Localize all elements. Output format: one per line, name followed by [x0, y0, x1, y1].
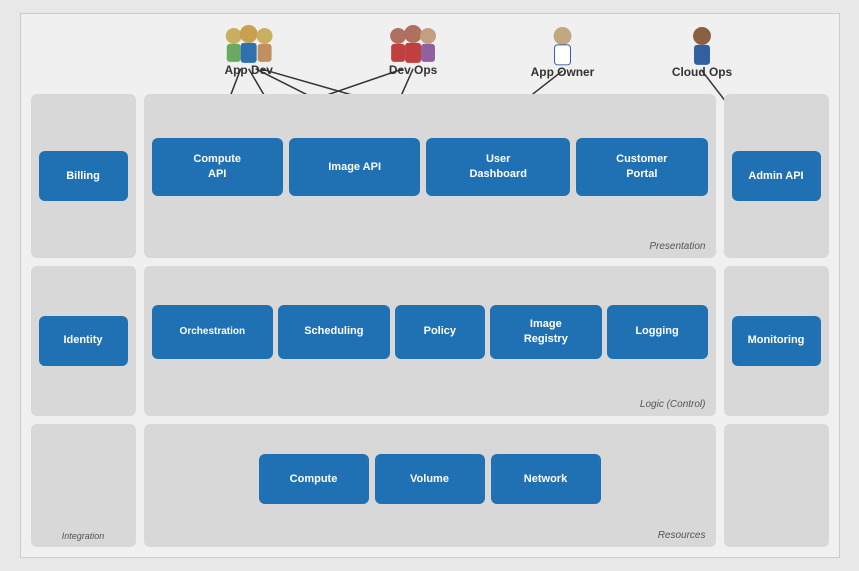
user-dashboard-box: UserDashboard — [426, 138, 570, 196]
center-area: ComputeAPI Image API UserDashboard Custo… — [144, 94, 716, 547]
identity-panel: Identity — [31, 266, 136, 416]
integration-panel: Integration — [31, 424, 136, 547]
orchestration-box: Orchestration — [152, 305, 274, 359]
admin-api-box: Admin API — [732, 151, 821, 201]
volume-box: Volume — [375, 454, 485, 504]
network-box: Network — [491, 454, 601, 504]
resources-boxes: Compute Volume Network — [152, 432, 708, 539]
image-api-box: Image API — [289, 138, 420, 196]
svg-text:App Dev: App Dev — [224, 63, 273, 77]
resources-layer: Compute Volume Network Resources — [144, 424, 716, 547]
presentation-label: Presentation — [649, 241, 705, 252]
customer-portal-box: CustomerPortal — [576, 138, 707, 196]
billing-panel: Billing — [31, 94, 136, 258]
presentation-layer: ComputeAPI Image API UserDashboard Custo… — [144, 94, 716, 258]
main-area: Billing Identity Integration ComputeAPI … — [31, 94, 829, 547]
policy-box: Policy — [395, 305, 486, 359]
identity-box: Identity — [39, 316, 128, 366]
logging-box: Logging — [607, 305, 708, 359]
image-registry-box: ImageRegistry — [490, 305, 601, 359]
resources-label: Resources — [658, 530, 706, 541]
billing-box: Billing — [39, 151, 128, 201]
presentation-boxes: ComputeAPI Image API UserDashboard Custo… — [152, 102, 708, 250]
integration-label: Integration — [62, 531, 105, 541]
svg-text:App Owner: App Owner — [530, 65, 594, 79]
logic-label: Logic (Control) — [640, 399, 706, 410]
left-column: Billing Identity Integration — [31, 94, 136, 547]
logic-boxes: Orchestration Scheduling Policy ImageReg… — [152, 274, 708, 408]
diagram-container: App Dev Dev Ops App Owner Cloud Ops — [20, 13, 840, 558]
svg-text:Cloud Ops: Cloud Ops — [671, 65, 732, 79]
scheduling-box: Scheduling — [278, 305, 389, 359]
logic-layer: Orchestration Scheduling Policy ImageReg… — [144, 266, 716, 416]
compute-api-box: ComputeAPI — [152, 138, 283, 196]
monitoring-panel: Monitoring — [724, 266, 829, 416]
right-column: Admin API Monitoring — [724, 94, 829, 547]
monitoring-box: Monitoring — [732, 316, 821, 366]
right-bottom-panel — [724, 424, 829, 547]
compute-box: Compute — [259, 454, 369, 504]
svg-text:Dev Ops: Dev Ops — [388, 63, 437, 77]
admin-api-panel: Admin API — [724, 94, 829, 258]
